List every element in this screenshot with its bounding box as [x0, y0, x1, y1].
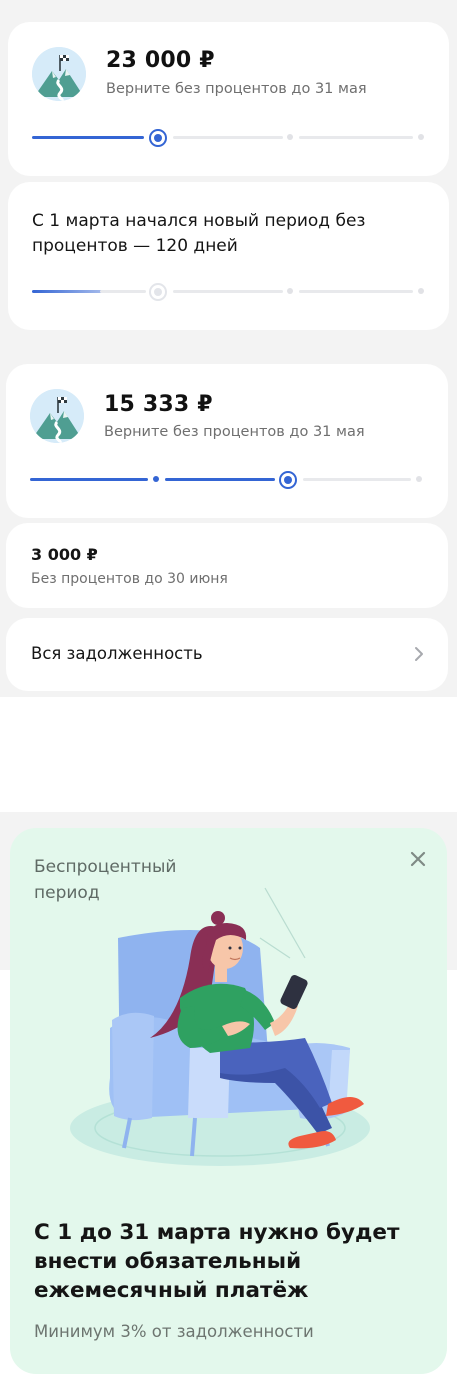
progress-step-dot — [287, 288, 293, 294]
progress-track-remaining — [299, 136, 413, 139]
promo-note: Минимум 3% от задолженности — [34, 1322, 314, 1341]
loan-deadline: Без процентов до 30 июня — [31, 571, 228, 587]
progress-end-dot — [418, 134, 424, 140]
all-debt-row[interactable]: Вся задолженность — [6, 618, 448, 691]
progress-current-marker — [149, 129, 167, 147]
all-debt-label: Вся задолженность — [31, 644, 203, 663]
loan-amount: 3 000 ₽ — [31, 545, 98, 564]
progress-track-remaining — [303, 478, 411, 481]
progress-track-remaining — [100, 290, 146, 293]
close-icon[interactable] — [407, 848, 429, 870]
progress-track-remaining — [173, 290, 283, 293]
progress-current-marker — [279, 471, 297, 489]
loan-deadline: Верните без процентов до 31 мая — [104, 424, 365, 440]
new-period-text: С 1 марта начался новый период без проце… — [32, 211, 366, 256]
promo-headline: С 1 до 31 марта нужно будет внести обяза… — [34, 1220, 400, 1303]
progress-track-filled — [32, 136, 144, 139]
chevron-right-icon — [415, 647, 423, 661]
grace-period-card-3[interactable]: 3 000 ₽ Без процентов до 30 июня — [6, 523, 448, 608]
progress-track-filled — [165, 478, 275, 481]
progress-track-remaining — [173, 136, 283, 139]
loan-amount: 23 000 ₽ — [106, 48, 215, 73]
woman-in-armchair-illustration — [70, 887, 370, 1166]
progress-step-dot — [153, 476, 159, 482]
progress-end-dot — [418, 288, 424, 294]
progress-step-dot — [287, 134, 293, 140]
grace-period-card-2[interactable]: 15 333 ₽ Верните без процентов до 31 мая — [6, 364, 448, 518]
loan-amount: 15 333 ₽ — [104, 392, 213, 417]
grace-period-promo: Беспроцентный период С 1 до 31 марта нуж… — [10, 828, 447, 1374]
loan-deadline: Верните без процентов до 31 мая — [106, 81, 367, 97]
progress-track-filled — [30, 478, 148, 481]
section-divider — [0, 697, 457, 812]
mountain-flag-icon — [30, 389, 84, 443]
progress-inactive-marker — [149, 283, 167, 301]
new-period-card[interactable]: С 1 марта начался новый период без проце… — [8, 182, 449, 330]
progress-track-remaining — [299, 290, 413, 293]
grace-period-card-1[interactable]: 23 000 ₽ Верните без процентов до 31 мая — [8, 22, 449, 176]
progress-end-dot — [416, 476, 422, 482]
mountain-flag-icon — [32, 47, 86, 101]
